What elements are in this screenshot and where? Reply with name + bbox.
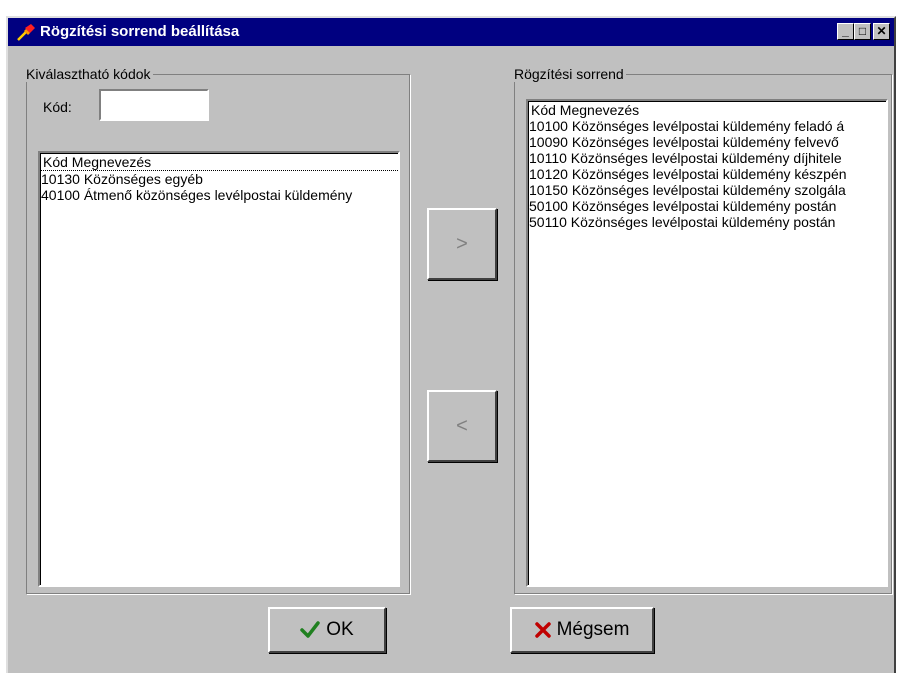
title-bar[interactable]: Rögzítési sorrend beállítása _ □ ✕: [8, 18, 894, 46]
recording-order-group: Rögzítési sorrend Kód Megnevezés 10100 K…: [514, 66, 892, 594]
list-item[interactable]: 10150 Közönséges levélpostai küldemény s…: [528, 182, 886, 198]
available-codes-title: Kiválasztható kódok: [26, 66, 153, 82]
order-list-header[interactable]: Kód Megnevezés: [528, 101, 886, 118]
list-item[interactable]: 10100 Közönséges levélpostai küldemény f…: [528, 118, 886, 134]
maximize-button[interactable]: □: [854, 23, 871, 40]
list-item[interactable]: 50100 Közönséges levélpostai küldemény p…: [528, 198, 886, 214]
kod-label: Kód:: [43, 99, 72, 115]
recording-order-title: Rögzítési sorrend: [514, 66, 626, 82]
list-item[interactable]: 10120 Közönséges levélpostai küldemény k…: [528, 166, 886, 182]
ok-button[interactable]: OK: [268, 607, 386, 653]
available-codes-group: Kiválasztható kódok Kód: Kód Megnevezés …: [26, 66, 410, 594]
remove-arrow-label: <: [456, 414, 468, 437]
remove-from-order-button[interactable]: <: [427, 390, 497, 462]
kod-input[interactable]: [99, 89, 209, 121]
list-item[interactable]: 10130 Közönséges egyéb: [40, 171, 398, 187]
recording-order-list[interactable]: Kód Megnevezés 10100 Közönséges levélpos…: [526, 99, 888, 587]
available-list-header[interactable]: Kód Megnevezés: [40, 153, 398, 171]
cancel-button[interactable]: Mégsem: [510, 607, 654, 653]
available-codes-list[interactable]: Kód Megnevezés 10130 Közönséges egyéb 401…: [38, 151, 400, 587]
cancel-x-icon: [534, 622, 551, 638]
close-button[interactable]: ✕: [873, 23, 890, 40]
add-to-order-button[interactable]: >: [427, 208, 497, 280]
list-item[interactable]: 50110 Közönséges levélpostai küldemény p…: [528, 214, 886, 230]
add-arrow-label: >: [456, 232, 468, 255]
window-title: Rögzítési sorrend beállítása: [40, 23, 240, 40]
list-item[interactable]: 10110 Közönséges levélpostai küldemény d…: [528, 150, 886, 166]
list-item[interactable]: 10090 Közönséges levélpostai küldemény f…: [528, 134, 886, 150]
minimize-button[interactable]: _: [837, 23, 854, 40]
dialog-window: Rögzítési sorrend beállítása _ □ ✕ Kivál…: [6, 16, 896, 673]
ok-label: OK: [326, 619, 354, 640]
cancel-label: Mégsem: [556, 619, 630, 640]
list-item[interactable]: 40100 Átmenő közönséges levélpostai küld…: [40, 187, 398, 203]
pin-icon: [17, 24, 35, 41]
checkmark-icon: [300, 621, 321, 638]
